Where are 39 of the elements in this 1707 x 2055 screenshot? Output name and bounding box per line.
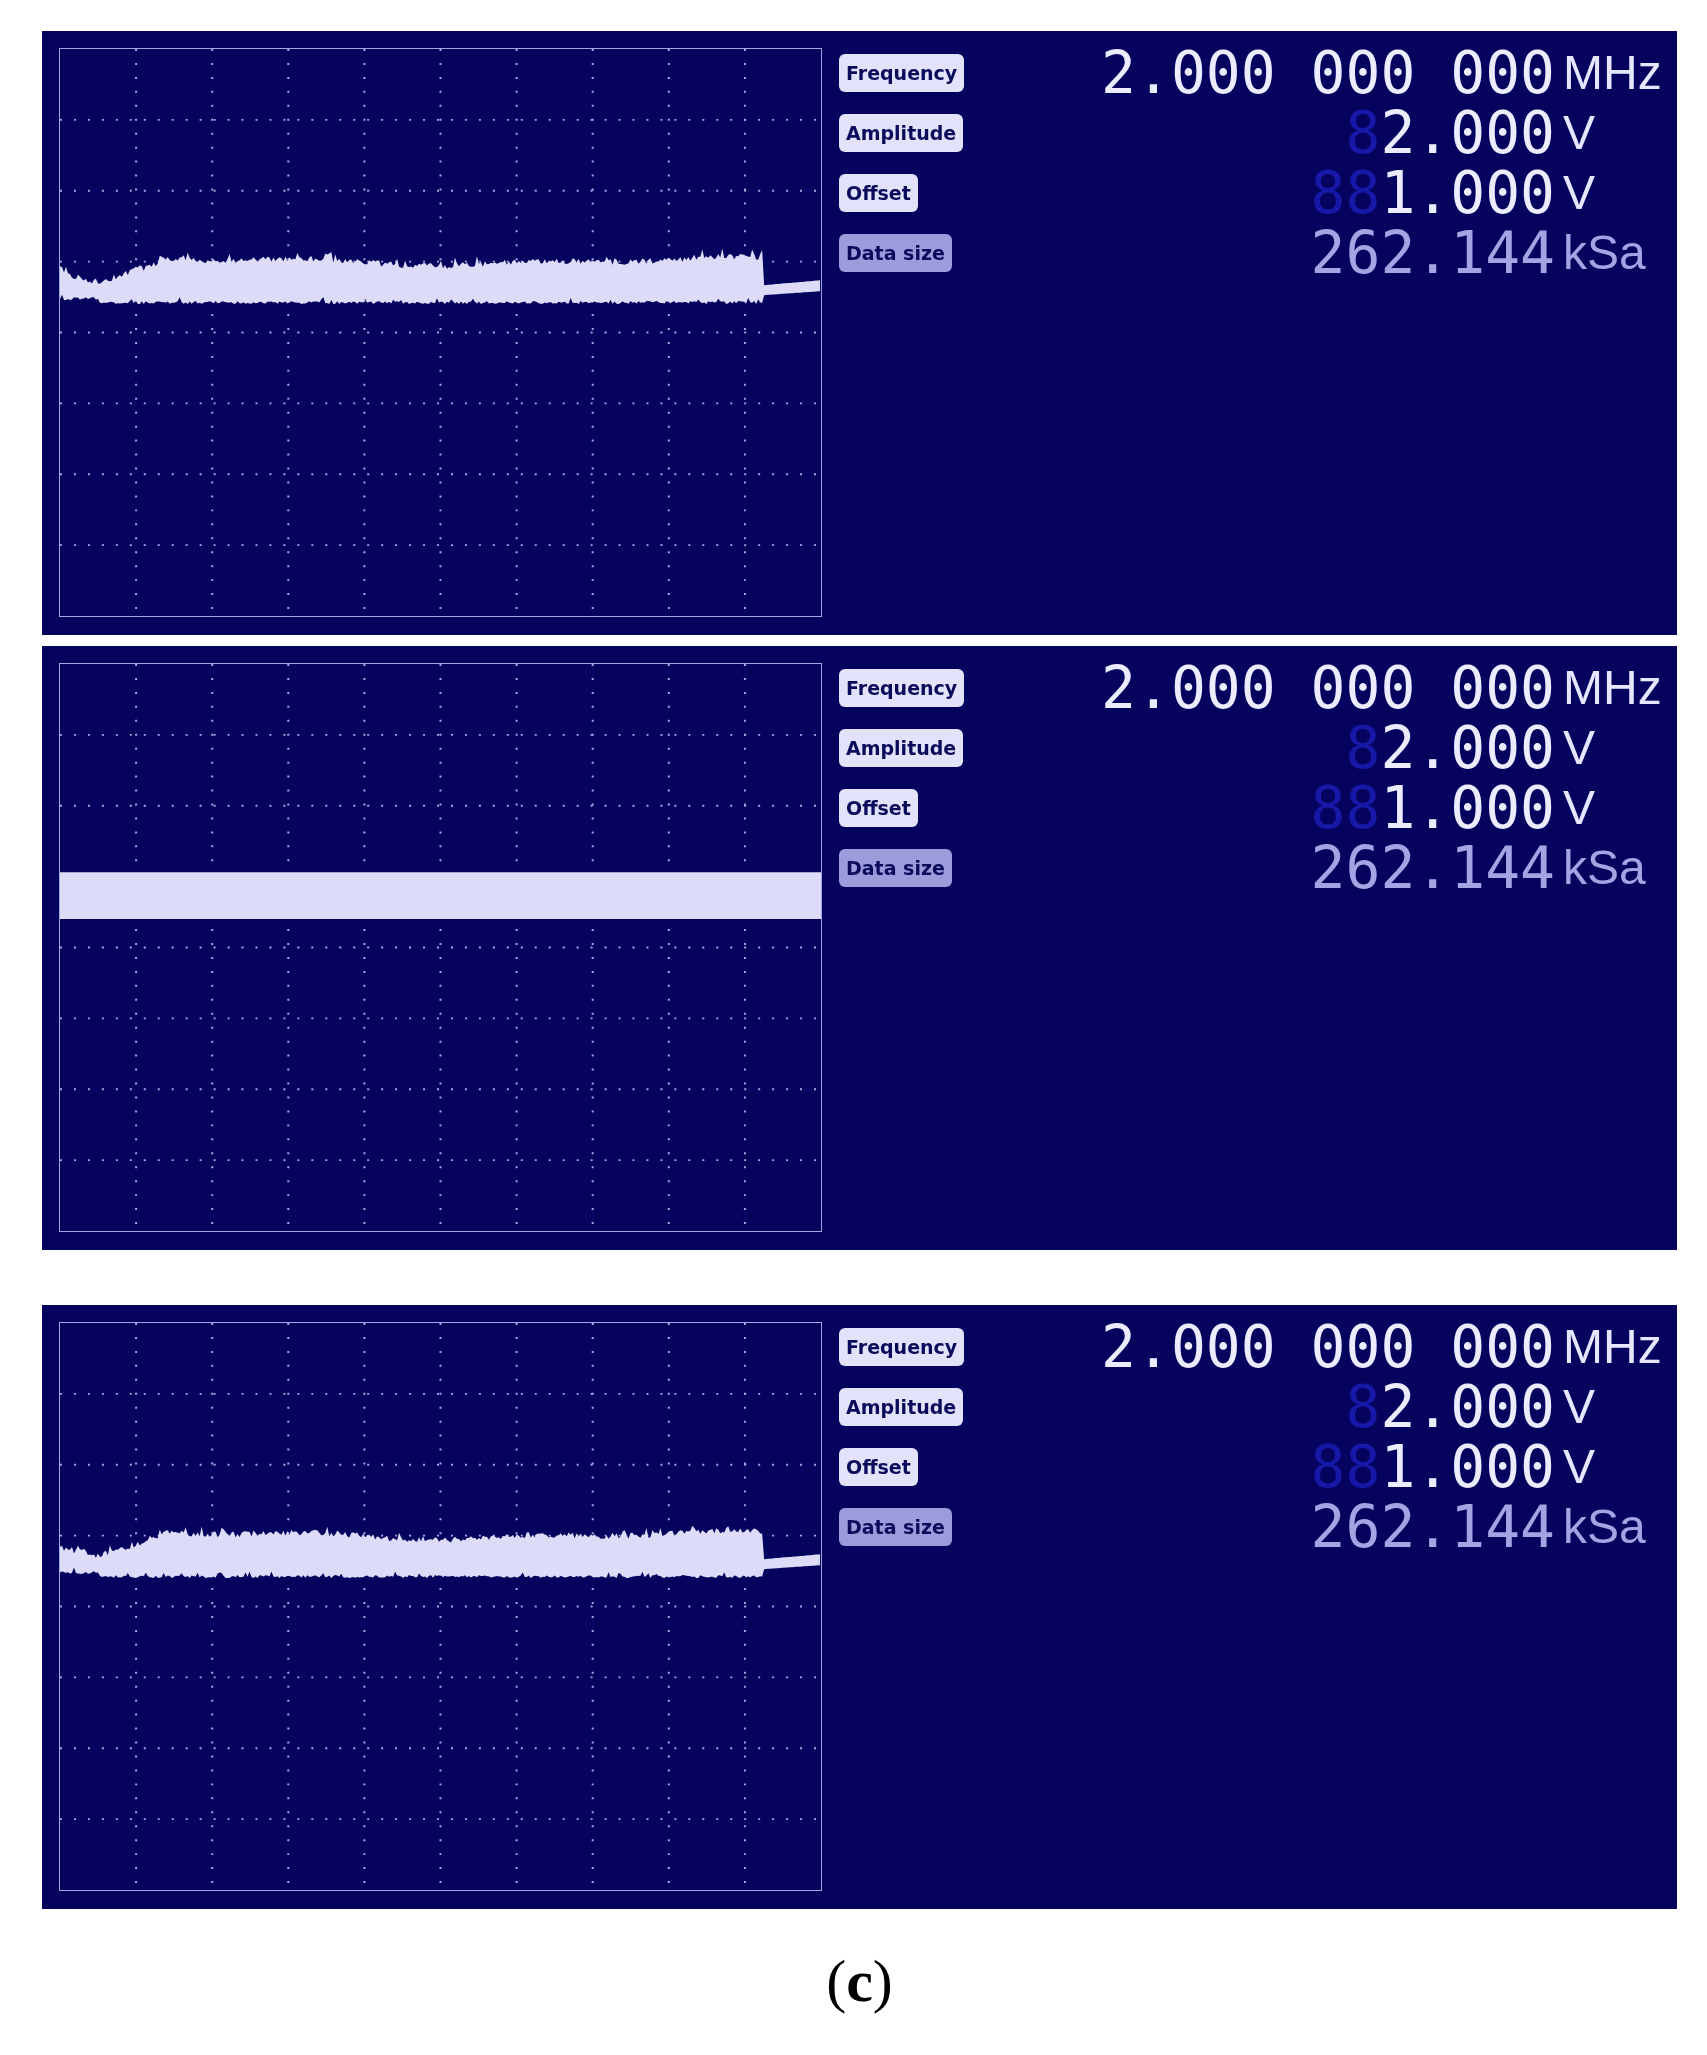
unit-label: MHz xyxy=(1563,664,1662,712)
unit-label: V xyxy=(1563,109,1595,157)
unit-label: V xyxy=(1563,1443,1595,1491)
parameter-button[interactable]: Frequency xyxy=(839,669,965,707)
unit-label: V xyxy=(1563,784,1595,832)
parameter-value: 262.144 xyxy=(1310,1498,1555,1556)
unit-label: MHz xyxy=(1563,1323,1662,1371)
parameter-value: 262.144 xyxy=(1310,839,1555,897)
unit-label: kSa xyxy=(1563,844,1646,892)
parameter-value: 2.000 xyxy=(1380,1378,1555,1436)
unlit-digits: 8 xyxy=(1345,719,1381,777)
unit-label: V xyxy=(1563,169,1595,217)
unit-label: V xyxy=(1563,724,1595,772)
parameter-value: 2.000 xyxy=(1380,719,1555,777)
unlit-digits: 88 xyxy=(1310,779,1381,837)
unit-label: kSa xyxy=(1563,229,1646,277)
parameter-value: 1.000 xyxy=(1380,164,1555,222)
parameter-button[interactable]: Offset xyxy=(839,174,918,212)
parameter-button[interactable]: Offset xyxy=(839,1448,918,1486)
unit-label: kSa xyxy=(1563,1503,1646,1551)
parameter-value: 1.000 xyxy=(1380,1438,1555,1496)
parameter-button[interactable]: Frequency xyxy=(839,54,965,92)
unit-label: V xyxy=(1563,1383,1595,1431)
parameter-button[interactable]: Frequency xyxy=(839,1328,965,1366)
unit-label: MHz xyxy=(1563,49,1662,97)
unlit-digits: 8 xyxy=(1345,1378,1381,1436)
parameter-value: 2.000 000 000 xyxy=(1101,1318,1555,1376)
unlit-digits: 8 xyxy=(1345,104,1381,162)
parameter-button[interactable]: Amplitude xyxy=(839,114,964,152)
parameter-button[interactable]: Amplitude xyxy=(839,729,964,767)
parameter-value: 2.000 xyxy=(1380,104,1555,162)
parameter-value: 1.000 xyxy=(1380,779,1555,837)
parameter-button[interactable]: Offset xyxy=(839,789,918,827)
unlit-digits: 88 xyxy=(1310,164,1381,222)
parameter-value: 2.000 000 000 xyxy=(1101,44,1555,102)
parameter-button[interactable]: Amplitude xyxy=(839,1388,964,1426)
unlit-digits: 88 xyxy=(1310,1438,1381,1496)
parameter-value: 2.000 000 000 xyxy=(1101,659,1555,717)
parameter-value: 262.144 xyxy=(1310,224,1555,282)
